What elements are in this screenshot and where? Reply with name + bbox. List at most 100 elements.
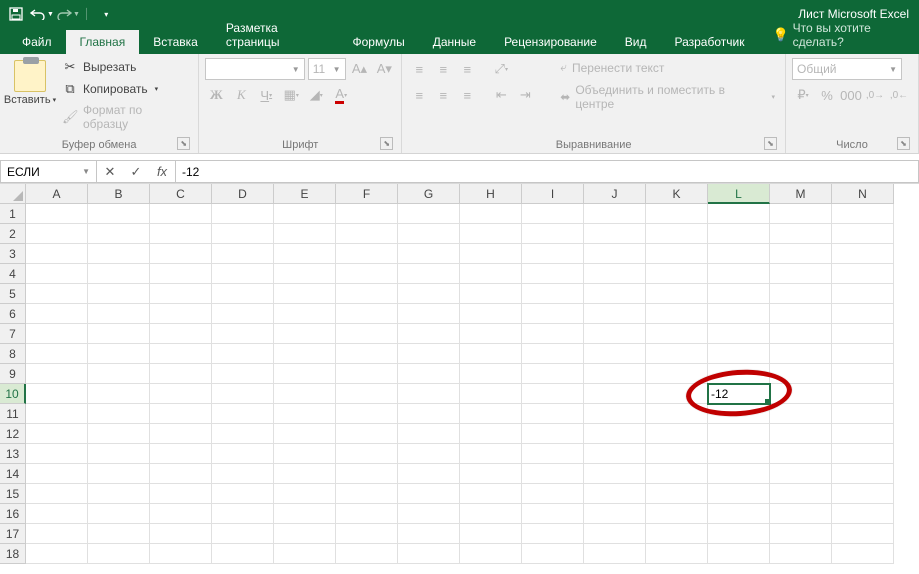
cell-K18[interactable] [646, 544, 708, 564]
column-header-M[interactable]: M [770, 184, 832, 204]
select-all-button[interactable] [0, 184, 26, 204]
cell-H18[interactable] [460, 544, 522, 564]
cell-J8[interactable] [584, 344, 646, 364]
column-header-D[interactable]: D [212, 184, 274, 204]
cell-F17[interactable] [336, 524, 398, 544]
cell-F2[interactable] [336, 224, 398, 244]
cell-B3[interactable] [88, 244, 150, 264]
cell-M10[interactable] [770, 384, 832, 404]
clipboard-launcher[interactable]: ⬊ [177, 137, 190, 150]
cell-E2[interactable] [274, 224, 336, 244]
cell-B1[interactable] [88, 204, 150, 224]
copy-button[interactable]: ⧉Копировать▾ [60, 80, 192, 98]
cell-J12[interactable] [584, 424, 646, 444]
cell-D17[interactable] [212, 524, 274, 544]
cell-G7[interactable] [398, 324, 460, 344]
cell-H14[interactable] [460, 464, 522, 484]
decrease-decimal-button[interactable]: ,0← [888, 84, 910, 106]
align-bottom-button[interactable]: ≡ [456, 58, 478, 80]
row-header-13[interactable]: 13 [0, 444, 26, 464]
column-header-K[interactable]: K [646, 184, 708, 204]
cell-J7[interactable] [584, 324, 646, 344]
cell-J14[interactable] [584, 464, 646, 484]
cell-L18[interactable] [708, 544, 770, 564]
paste-button[interactable]: Вставить▾ [4, 94, 56, 106]
cell-B4[interactable] [88, 264, 150, 284]
cell-M15[interactable] [770, 484, 832, 504]
cell-D8[interactable] [212, 344, 274, 364]
formula-bar[interactable]: -12 [175, 160, 919, 183]
cell-I1[interactable] [522, 204, 584, 224]
cell-G13[interactable] [398, 444, 460, 464]
cell-F1[interactable] [336, 204, 398, 224]
cell-D9[interactable] [212, 364, 274, 384]
cell-G11[interactable] [398, 404, 460, 424]
cut-button[interactable]: ✂Вырезать [60, 58, 192, 76]
row-header-8[interactable]: 8 [0, 344, 26, 364]
cell-N1[interactable] [832, 204, 894, 224]
cell-N3[interactable] [832, 244, 894, 264]
cell-E7[interactable] [274, 324, 336, 344]
cell-E11[interactable] [274, 404, 336, 424]
cell-E9[interactable] [274, 364, 336, 384]
cell-H15[interactable] [460, 484, 522, 504]
cell-A16[interactable] [26, 504, 88, 524]
cell-M13[interactable] [770, 444, 832, 464]
cell-N5[interactable] [832, 284, 894, 304]
cell-B11[interactable] [88, 404, 150, 424]
cell-B13[interactable] [88, 444, 150, 464]
row-header-14[interactable]: 14 [0, 464, 26, 484]
cell-M4[interactable] [770, 264, 832, 284]
cell-M5[interactable] [770, 284, 832, 304]
cell-C8[interactable] [150, 344, 212, 364]
cell-K2[interactable] [646, 224, 708, 244]
cell-N17[interactable] [832, 524, 894, 544]
cell-E15[interactable] [274, 484, 336, 504]
cell-H8[interactable] [460, 344, 522, 364]
cell-K15[interactable] [646, 484, 708, 504]
cell-A15[interactable] [26, 484, 88, 504]
cell-D3[interactable] [212, 244, 274, 264]
cell-N11[interactable] [832, 404, 894, 424]
cell-E4[interactable] [274, 264, 336, 284]
cell-C12[interactable] [150, 424, 212, 444]
cell-M9[interactable] [770, 364, 832, 384]
currency-button[interactable]: ₽▾ [792, 84, 814, 106]
cell-E14[interactable] [274, 464, 336, 484]
font-launcher[interactable]: ⬊ [380, 137, 393, 150]
cell-M17[interactable] [770, 524, 832, 544]
cell-K11[interactable] [646, 404, 708, 424]
row-header-18[interactable]: 18 [0, 544, 26, 564]
cell-H12[interactable] [460, 424, 522, 444]
cell-G17[interactable] [398, 524, 460, 544]
cell-H16[interactable] [460, 504, 522, 524]
row-header-3[interactable]: 3 [0, 244, 26, 264]
tab-formulas[interactable]: Формулы [339, 30, 419, 54]
cell-I10[interactable] [522, 384, 584, 404]
cell-I3[interactable] [522, 244, 584, 264]
cell-C13[interactable] [150, 444, 212, 464]
cell-E17[interactable] [274, 524, 336, 544]
cell-F15[interactable] [336, 484, 398, 504]
cell-C1[interactable] [150, 204, 212, 224]
cell-J16[interactable] [584, 504, 646, 524]
cell-C16[interactable] [150, 504, 212, 524]
cell-K9[interactable] [646, 364, 708, 384]
cell-I17[interactable] [522, 524, 584, 544]
borders-button[interactable]: ▦▾ [280, 84, 302, 106]
cell-F3[interactable] [336, 244, 398, 264]
number-format-combo[interactable]: Общий▼ [792, 58, 902, 80]
cell-G4[interactable] [398, 264, 460, 284]
cell-B2[interactable] [88, 224, 150, 244]
cell-C17[interactable] [150, 524, 212, 544]
row-header-2[interactable]: 2 [0, 224, 26, 244]
cell-L2[interactable] [708, 224, 770, 244]
cell-K5[interactable] [646, 284, 708, 304]
cell-G2[interactable] [398, 224, 460, 244]
cell-F8[interactable] [336, 344, 398, 364]
cell-D15[interactable] [212, 484, 274, 504]
cell-A2[interactable] [26, 224, 88, 244]
column-header-N[interactable]: N [832, 184, 894, 204]
cell-K3[interactable] [646, 244, 708, 264]
cell-L15[interactable] [708, 484, 770, 504]
